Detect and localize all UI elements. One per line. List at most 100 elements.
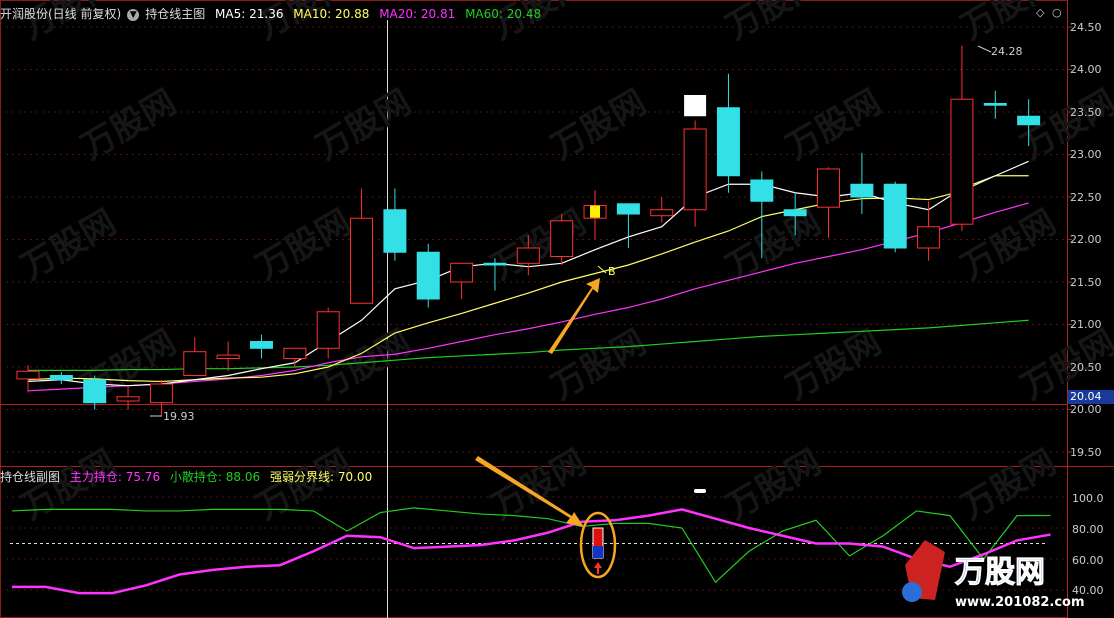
candle-down	[750, 179, 774, 202]
price-tick: 22.50	[1070, 191, 1102, 204]
watermark-text: 万股网	[720, 442, 828, 528]
candle-down	[483, 262, 507, 266]
candle-up	[350, 217, 374, 304]
candle-up	[149, 383, 173, 404]
candle-up	[283, 347, 307, 359]
sub-tick: 60.00	[1072, 554, 1104, 567]
ma20-key: MA20:	[379, 7, 418, 21]
main-holding-key: 主力持仓:	[69, 470, 122, 484]
white-dot-marker	[694, 489, 706, 493]
watermark-text: 万股网	[485, 202, 593, 288]
watermark-text: 万股网	[955, 0, 1063, 48]
sub-chart-header: 持仓线副图 主力持仓: 75.76 小散持仓: 88.06 强弱分界线: 70.…	[0, 468, 378, 486]
price-tick: 19.50	[1070, 446, 1102, 459]
price-tick: 22.00	[1070, 233, 1102, 246]
candle-down	[83, 379, 107, 404]
candle-up	[316, 311, 340, 349]
watermark-text: 万股网	[75, 82, 183, 168]
candle-up	[116, 396, 140, 402]
main-holding-line	[12, 508, 1051, 595]
brand-logo: 万股网 www.201082.com	[955, 555, 1085, 611]
candle-down	[716, 107, 740, 177]
chart-canvas[interactable]: 万股网 万股网 万股网 万股网 万股网万股网 万股网 万股网 万股网 万股网万股网 万股网 万股网万…	[0, 0, 1114, 618]
candle-up	[16, 370, 40, 380]
arrow-to-buy-signal	[548, 278, 600, 354]
threshold-label: 强弱分界线: 70.00	[270, 470, 372, 484]
ma10-label: MA10: 20.88	[293, 7, 369, 21]
retail-holding-label: 小散持仓: 88.06	[170, 470, 260, 484]
ma60-label: MA60: 20.48	[465, 7, 541, 21]
candle-down	[1017, 115, 1041, 126]
candle-up	[516, 247, 540, 264]
main-chart-header: 开润股份(日线 前复权) ▼ 持仓线主图 MA5: 21.36 MA10: 20.8…	[0, 5, 547, 23]
candle-up	[450, 262, 474, 283]
candle-up	[683, 128, 707, 211]
watermark-text: 万股网	[15, 202, 123, 288]
candle-up	[917, 226, 941, 249]
ma10-key: MA10:	[293, 7, 332, 21]
price-tick: 23.50	[1070, 106, 1102, 119]
signal-candle-marker	[684, 95, 707, 117]
chevron-down-icon[interactable]: ▼	[127, 8, 140, 21]
candle-up	[950, 98, 974, 225]
price-tick: 20.50	[1070, 361, 1102, 374]
sub-tick: 80.00	[1072, 523, 1104, 536]
ma10-value: 20.88	[335, 7, 370, 21]
ma20-value: 20.81	[420, 7, 456, 21]
candle-down	[616, 203, 640, 215]
watermark-layer: 万股网 万股网 万股网 万股网 万股网万股网 万股网 万股网 万股网 万股网万股网 万股网 万股网万…	[15, 0, 1114, 528]
brand-logo-shape	[902, 582, 922, 602]
price-tick: 20.00	[1070, 403, 1102, 416]
ma5-label: MA5: 21.36	[215, 7, 283, 21]
candle-down	[783, 209, 807, 217]
watermark-text: 万股网	[720, 0, 828, 48]
candle-up	[817, 168, 841, 208]
circle-icon[interactable]: ○	[1052, 6, 1062, 19]
signal-bar-base	[593, 546, 603, 558]
retail-holding-key: 小散持仓:	[169, 470, 222, 484]
candle-down	[383, 209, 407, 253]
main-indicator-name[interactable]: 持仓线主图	[145, 7, 205, 21]
candle-down	[249, 341, 273, 349]
buy-signal-label: B	[608, 265, 616, 278]
low-price-label: 19.93	[163, 410, 195, 423]
main-holding-value: 75.76	[125, 470, 161, 484]
candle-down	[883, 183, 907, 249]
candle-down	[850, 183, 874, 198]
ma5-value: 21.36	[249, 7, 284, 21]
brand-logo-url: www.201082.com	[955, 595, 1085, 610]
sub-axis: 100.0 80.00 60.00 40.00	[1072, 492, 1104, 597]
candle-up	[650, 209, 674, 217]
watermark-text: 万股网	[720, 202, 828, 288]
candle-up	[550, 220, 574, 258]
price-tick: 24.50	[1070, 21, 1102, 34]
price-tick: 21.50	[1070, 276, 1102, 289]
diamond-icon[interactable]: ◇	[1036, 6, 1044, 19]
candle-down	[983, 103, 1007, 106]
threshold-value: 70.00	[337, 470, 373, 484]
stock-title[interactable]: 开润股份(日线 前复权)	[0, 7, 121, 21]
up-arrow-icon	[594, 562, 602, 574]
ma20-label: MA20: 20.81	[379, 7, 455, 21]
watermark-text: 万股网	[310, 82, 418, 168]
sub-indicator-name[interactable]: 持仓线副图	[0, 470, 60, 484]
current-price-tag: 20.04	[1068, 390, 1114, 404]
high-price-label: 24.28	[991, 45, 1023, 58]
price-tick: 21.00	[1070, 318, 1102, 331]
ma60-value: 20.48	[506, 7, 542, 21]
threshold-key: 强弱分界线:	[269, 470, 335, 484]
watermark-text: 万股网	[250, 202, 358, 288]
candle-up	[183, 351, 207, 377]
ma5-key: MA5:	[215, 7, 246, 21]
high-pointer	[977, 45, 992, 53]
ma60-key: MA60:	[465, 7, 503, 21]
brand-logo-text: 万股网	[955, 555, 1045, 590]
price-tick: 23.00	[1070, 148, 1102, 161]
price-tick: 24.00	[1070, 63, 1102, 76]
candle-up	[216, 354, 240, 360]
candle-down	[49, 375, 73, 381]
main-holding-label: 主力持仓: 75.76	[70, 470, 160, 484]
retail-holding-value: 88.06	[225, 470, 261, 484]
signal-candle-marker	[590, 205, 601, 218]
sub-tick: 100.0	[1072, 492, 1104, 505]
